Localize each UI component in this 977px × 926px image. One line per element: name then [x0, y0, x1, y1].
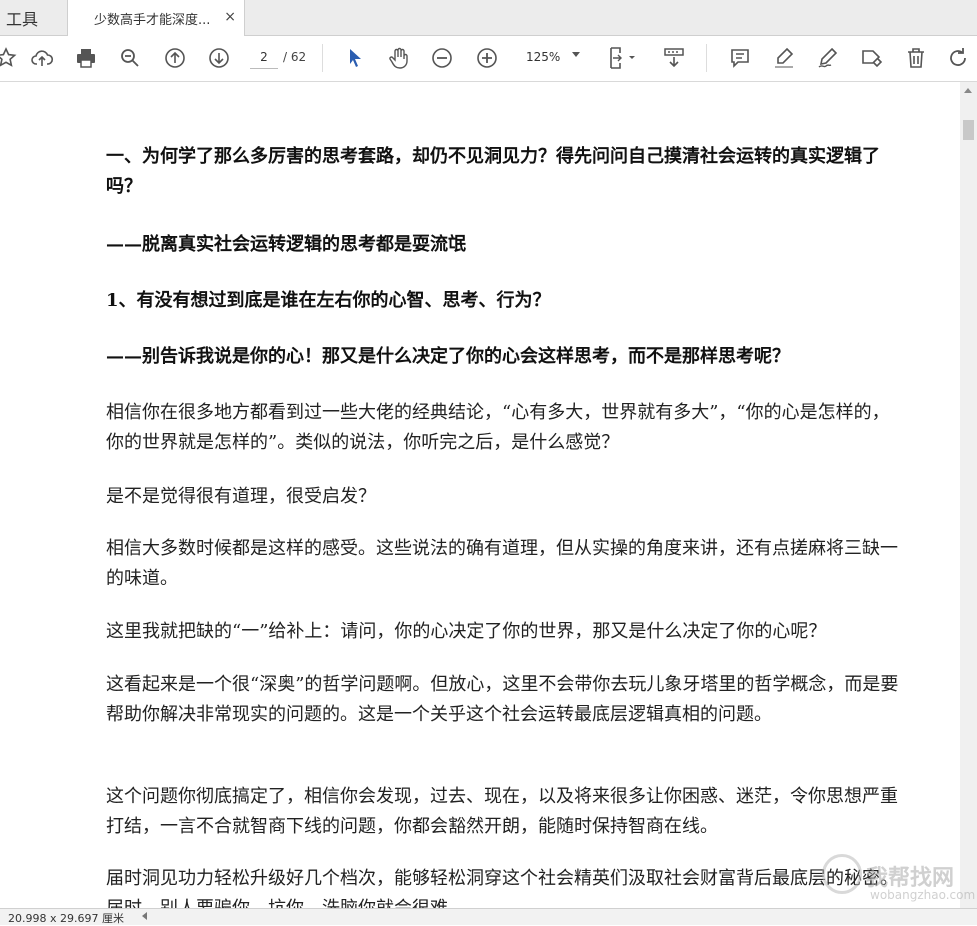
body-paragraph: 是不是觉得很有道理，很受启发？ [106, 486, 376, 507]
status-bar: 20.998 x 29.697 厘米 [0, 908, 977, 925]
highlight-icon[interactable] [770, 44, 798, 72]
tab-tools-label: 工具 [6, 9, 39, 29]
toolbar: 2 / 62 125% [0, 36, 977, 82]
chevron-down-icon [572, 52, 580, 57]
heading-paragraph: 1、有没有想过到底是谁在左右你的心智、思考、行为？ [106, 290, 551, 311]
tab-document-title: 少数高手才能深度... [94, 12, 211, 28]
body-paragraph: 这看起来是一个很“深奥”的哲学问题啊。但放心，这里不会带你去玩儿象牙塔里的哲学概… [106, 674, 899, 725]
tab-bar: 工具 少数高手才能深度... × [0, 0, 977, 36]
fit-page-icon[interactable] [604, 44, 640, 72]
zoom-in-icon[interactable] [473, 44, 501, 72]
watermark: 我帮找网 wobangzhao.com [820, 850, 975, 906]
hand-icon[interactable] [385, 44, 413, 72]
delete-icon[interactable] [902, 44, 930, 72]
upload-icon[interactable] [28, 44, 56, 72]
heading-paragraph: 一、为何学了那么多厉害的思考套路，却仍不见洞见力？得先问问自己摸清社会运转的真实… [106, 146, 880, 197]
body-paragraph: 这里我就把缺的“一”给补上：请问，你的心决定了你的世界，那又是什么决定了你的心呢… [106, 621, 827, 642]
zoom-value: 125% [526, 50, 561, 64]
watermark-logo-icon [822, 854, 862, 894]
body-paragraph: 相信你在很多地方都看到过一些大佬的经典结论，“心有多大，世界就有多大”，“你的心… [106, 402, 890, 453]
body-paragraph: 这个问题你彻底搞定了，相信你会发现，过去、现在，以及将来很多让你困惑、迷茫，令你… [106, 786, 898, 837]
scroll-left-icon[interactable] [142, 912, 147, 920]
watermark-url: wobangzhao.com [870, 888, 976, 902]
page-total: / 62 [283, 50, 307, 64]
page-number-input[interactable]: 2 [250, 46, 278, 69]
zoom-select[interactable]: 125% [518, 46, 584, 68]
vertical-scrollbar[interactable] [960, 82, 977, 908]
zoom-out-icon[interactable] [428, 44, 456, 72]
stamp-icon[interactable] [858, 44, 886, 72]
sign-icon[interactable] [814, 44, 842, 72]
rotate-icon[interactable] [944, 44, 972, 72]
star-icon[interactable] [0, 44, 20, 72]
document-page: 一、为何学了那么多厉害的思考套路，却仍不见洞见力？得先问问自己摸清社会运转的真实… [0, 82, 960, 908]
body-paragraph: 届时洞见功力轻松升级好几个档次，能够轻松洞穿这个社会精英们汲取社会财富背后最底层… [106, 868, 898, 908]
search-icon[interactable] [116, 44, 144, 72]
body-paragraph: 相信大多数时候都是这样的感受。这些说法的确有道理，但从实操的角度来讲，还有点搓麻… [106, 538, 898, 589]
tab-tools[interactable]: 工具 [0, 0, 66, 35]
tab-document[interactable]: 少数高手才能深度... × [67, 0, 245, 36]
heading-paragraph: ——脱离真实社会运转逻辑的思考都是耍流氓 [106, 234, 466, 255]
scroll-up-icon[interactable] [964, 88, 972, 93]
toolbar-divider [322, 44, 323, 72]
comment-icon[interactable] [726, 44, 754, 72]
scrollbar-thumb[interactable] [963, 120, 974, 140]
select-cursor-icon[interactable] [341, 44, 369, 72]
prev-page-icon[interactable] [161, 44, 189, 72]
print-icon[interactable] [72, 44, 100, 72]
next-page-icon[interactable] [205, 44, 233, 72]
close-icon[interactable]: × [224, 9, 236, 25]
toolbar-divider [706, 44, 707, 72]
heading-paragraph: ——别告诉我说是你的心！那又是什么决定了你的心会这样思考，而不是那样思考呢？ [106, 346, 790, 367]
scroll-mode-icon[interactable] [660, 44, 688, 72]
